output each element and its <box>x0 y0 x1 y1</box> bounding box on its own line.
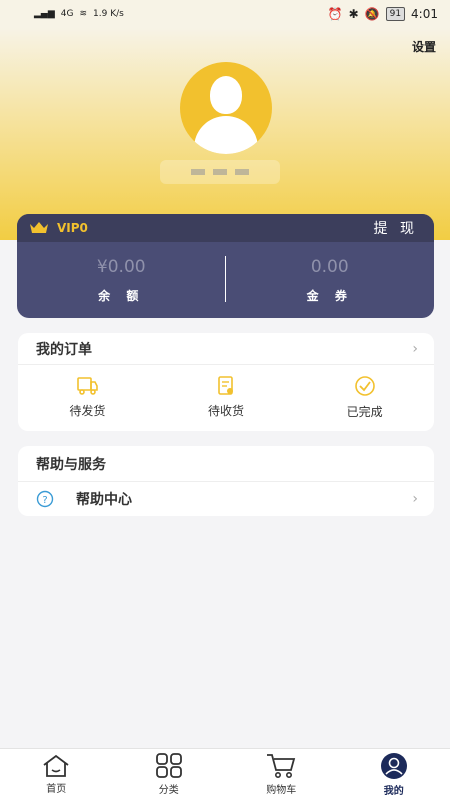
vip-divider <box>225 256 226 302</box>
order-pending-shipment-label: 待发货 <box>69 404 106 418</box>
balance-value: ¥0.00 <box>96 256 146 277</box>
order-status-row: 待发货 待收货 已完成 <box>18 365 434 430</box>
network-type: 4G <box>60 9 74 19</box>
status-left: ▂▄▆ 4G ≋ 1.9 K/s <box>34 9 124 19</box>
vip-card-header: VIP0 提 现 <box>17 214 434 242</box>
nav-home-label: 首页 <box>46 784 67 795</box>
wifi-icon: ≋ <box>79 9 88 19</box>
withdraw-button[interactable]: 提 现 <box>374 218 418 238</box>
signal-icon: ▂▄▆ <box>34 9 55 19</box>
question-circle-icon: ? <box>36 490 54 508</box>
truck-icon <box>77 377 99 395</box>
battery-indicator: 91 <box>385 7 406 21</box>
blur-block <box>213 169 227 175</box>
nav-category[interactable]: 分类 <box>113 749 226 800</box>
grid-icon <box>155 753 182 778</box>
status-bar: ▂▄▆ 4G ≋ 1.9 K/s ⏰ ✱ 🔕 91 4:01 <box>0 0 450 28</box>
vip-card: VIP0 提 现 ¥0.00 余 额 0.00 金 券 <box>17 214 434 318</box>
nickname-blurred <box>160 160 280 184</box>
clock: 4:01 <box>411 7 438 21</box>
vip-level-label: VIP0 <box>57 221 88 235</box>
orders-header[interactable]: 我的订单 › <box>18 333 434 365</box>
services-title: 帮助与服务 <box>36 456 106 473</box>
nav-home[interactable]: 首页 <box>0 749 113 800</box>
nav-cart-label: 购物车 <box>266 785 297 796</box>
avatar[interactable] <box>180 62 272 154</box>
svg-text:?: ? <box>42 495 47 506</box>
profile-header: 设置 <box>0 28 450 240</box>
receipt-icon <box>218 376 233 395</box>
balance-label: 余 额 <box>98 288 145 303</box>
blur-block <box>235 169 249 175</box>
order-pending-receipt-label: 待收货 <box>208 404 245 418</box>
avatar-body-shape <box>194 116 258 154</box>
nav-cart[interactable]: 购物车 <box>225 749 338 800</box>
cart-icon <box>267 754 296 778</box>
avatar-head-shape <box>210 76 242 114</box>
services-card: 帮助与服务 ? 帮助中心 › <box>18 446 434 516</box>
bluetooth-icon: ✱ <box>348 7 359 21</box>
vip-level: VIP0 <box>29 221 88 235</box>
crown-icon <box>30 222 48 233</box>
chevron-right-icon: › <box>412 340 418 357</box>
status-right: ⏰ ✱ 🔕 91 4:01 <box>328 7 438 21</box>
alarm-icon: ⏰ <box>327 7 343 21</box>
orders-title: 我的订单 <box>36 341 92 358</box>
bottom-nav: 首页 分类 购物车 我的 <box>0 748 450 800</box>
help-center-left: ? 帮助中心 <box>36 489 132 509</box>
mute-icon: 🔕 <box>364 7 380 21</box>
order-completed-label: 已完成 <box>346 405 383 419</box>
network-speed: 1.9 K/s <box>93 9 124 19</box>
nav-profile[interactable]: 我的 <box>338 749 450 800</box>
orders-card: 我的订单 › 待发货 待收货 已完成 <box>18 333 434 431</box>
vip-card-body: ¥0.00 余 额 0.00 金 券 <box>17 242 434 318</box>
order-pending-shipment[interactable]: 待发货 <box>18 365 157 430</box>
voucher-section[interactable]: 0.00 金 券 <box>226 242 435 318</box>
nav-category-label: 分类 <box>158 785 179 796</box>
nav-profile-label: 我的 <box>383 786 404 797</box>
voucher-value: 0.00 <box>310 256 349 277</box>
order-completed[interactable]: 已完成 <box>295 365 434 430</box>
settings-button[interactable]: 设置 <box>412 38 436 55</box>
services-header: 帮助与服务 <box>18 446 434 482</box>
help-center-row[interactable]: ? 帮助中心 › <box>18 482 434 516</box>
balance-section[interactable]: ¥0.00 余 额 <box>17 242 226 318</box>
check-circle-icon <box>354 376 375 396</box>
help-center-label: 帮助中心 <box>76 492 132 508</box>
home-icon <box>43 754 69 777</box>
order-pending-receipt[interactable]: 待收货 <box>157 365 296 430</box>
user-icon <box>380 753 407 779</box>
voucher-label: 金 券 <box>306 288 353 303</box>
chevron-right-icon: › <box>412 491 418 507</box>
blur-block <box>191 169 205 175</box>
